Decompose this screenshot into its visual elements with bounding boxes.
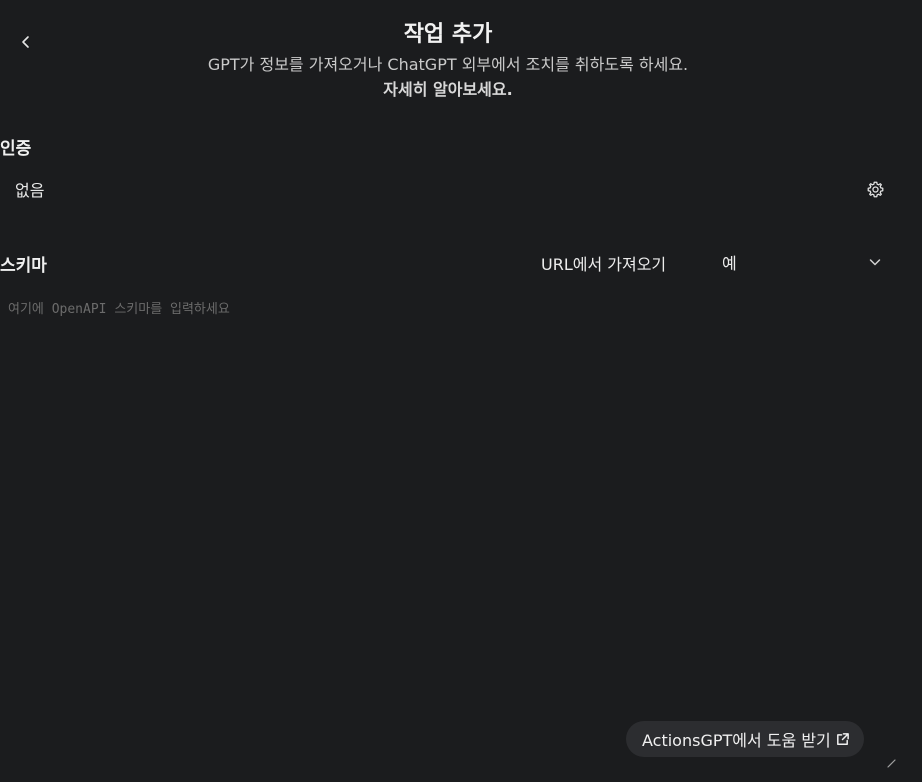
schema-label: 스키마 <box>0 256 47 276</box>
chevron-down-icon <box>869 259 881 266</box>
learn-more-link[interactable]: 자세히 알아보세요. <box>0 78 896 102</box>
examples-select[interactable]: 예 <box>716 246 888 278</box>
authentication-row: 없음 <box>15 176 887 202</box>
actionsgpt-help-button[interactable]: ActionsGPT에서 도움 받기 <box>626 721 864 757</box>
add-action-page: 작업 추가 GPT가 정보를 가져오거나 ChatGPT 외부에서 조치를 취하… <box>0 0 922 782</box>
authentication-settings-button[interactable] <box>863 177 887 201</box>
authentication-label: 인증 <box>0 139 32 159</box>
gear-icon <box>867 181 883 197</box>
authentication-value: 없음 <box>15 181 45 200</box>
page-subtitle: GPT가 정보를 가져오거나 ChatGPT 외부에서 조치를 취하도록 하세요… <box>207 55 689 74</box>
schema-input[interactable] <box>0 290 900 760</box>
actionsgpt-help-label: ActionsGPT에서 도움 받기 <box>642 731 831 750</box>
examples-selected-value: 예 <box>722 254 737 273</box>
import-from-url-button[interactable]: URL에서 가져오기 <box>541 251 666 275</box>
external-link-icon <box>836 732 849 745</box>
page-title: 작업 추가 <box>403 22 493 47</box>
resize-handle-icon[interactable] <box>886 758 896 768</box>
page-header: 작업 추가 GPT가 정보를 가져오거나 ChatGPT 외부에서 조치를 취하… <box>0 18 896 102</box>
